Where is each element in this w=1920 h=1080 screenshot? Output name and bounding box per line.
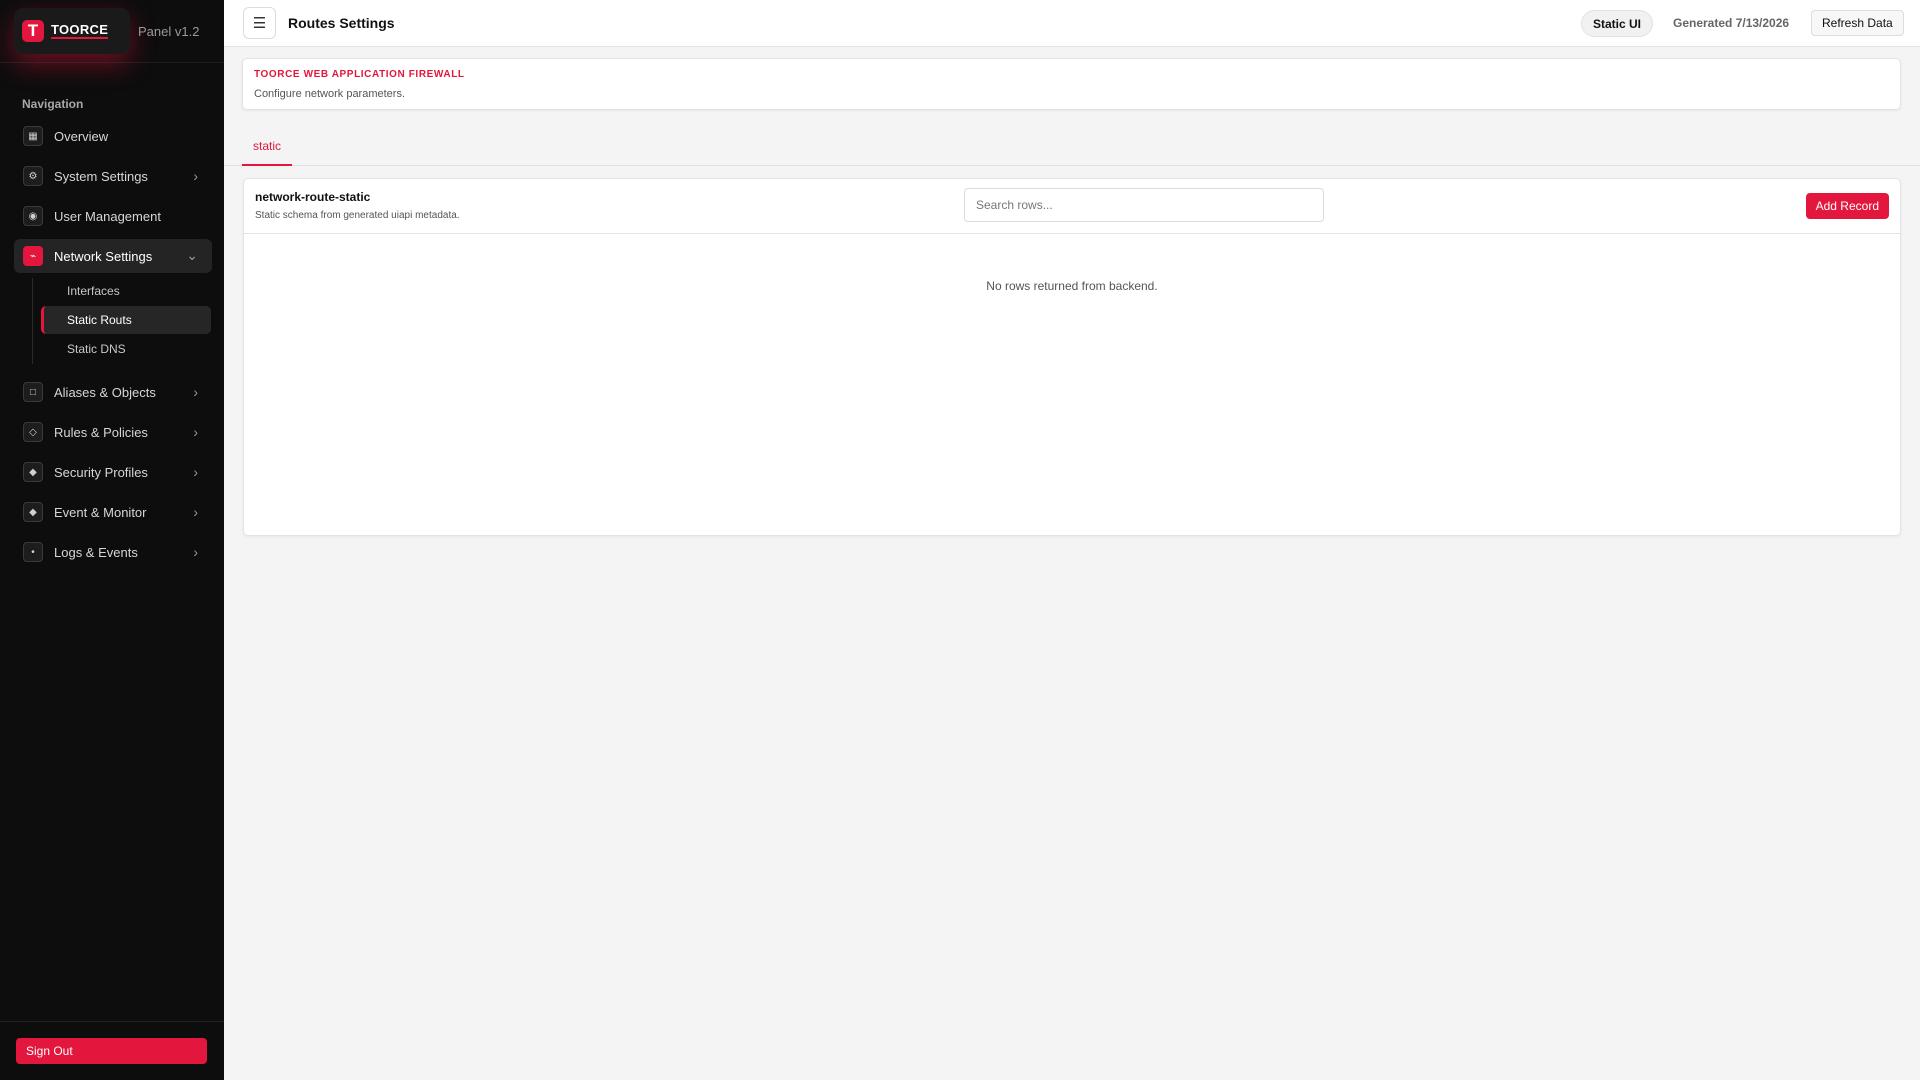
dot-icon: • (23, 542, 43, 562)
sidebar-item-label: Aliases & Objects (54, 384, 156, 400)
add-record-button[interactable]: Add Record (1805, 193, 1889, 219)
menu-toggle-button[interactable]: ☰ (243, 7, 276, 39)
sidebar-item-aliases-objects[interactable]: □ Aliases & Objects › (14, 375, 212, 409)
grid-icon: ▦ (23, 126, 43, 146)
chevron-right-icon: › (193, 424, 198, 440)
square-icon: □ (23, 382, 43, 402)
tab-bar: static (224, 128, 1920, 166)
chevron-right-icon: › (193, 384, 198, 400)
sign-out-button[interactable]: Sign Out (16, 1038, 207, 1064)
hamburger-icon: ☰ (252, 15, 267, 32)
static-ui-badge: Static UI (1581, 10, 1654, 37)
chevron-right-icon: › (193, 168, 198, 184)
chevron-down-icon: ⌄ (186, 247, 198, 263)
page-title: Routes Settings (288, 15, 395, 31)
chevron-right-icon: › (193, 544, 198, 560)
table-card-header: network-route-static Static schema from … (244, 179, 1900, 234)
sidebar-item-label: User Management (54, 208, 161, 224)
sidebar-subitem-interfaces[interactable]: Interfaces (41, 277, 211, 305)
sidebar-item-label: Network Settings (54, 248, 153, 264)
chevron-right-icon: › (193, 504, 198, 520)
info-card: TOORCE WEB APPLICATION FIREWALL Configur… (242, 58, 1901, 110)
sidebar-subitem-static-routes[interactable]: Static Routs (41, 306, 211, 334)
sidebar-item-label: Overview (54, 128, 109, 144)
panel-version: Panel v1.2 (138, 24, 200, 39)
sidebar-item-label: Security Profiles (54, 464, 148, 480)
search-input[interactable] (964, 188, 1324, 222)
sidebar-item-label: System Settings (54, 168, 148, 184)
empty-state-message: No rows returned from backend. (986, 279, 1158, 293)
diamond-icon: ◆ (23, 502, 43, 522)
sidebar-item-system-settings[interactable]: ⚙ System Settings › (14, 159, 212, 193)
diamond-icon: ◆ (23, 462, 43, 482)
sidebar-item-label: Logs & Events (54, 544, 138, 560)
tab-static[interactable]: static (242, 128, 293, 166)
user-icon: ◉ (23, 206, 43, 226)
generated-date: Generated 7/13/2026 (1673, 16, 1790, 30)
network-icon: ⌁ (23, 246, 43, 266)
sidebar-item-network-settings[interactable]: ⌁ Network Settings ⌄ (14, 239, 212, 273)
gear-icon: ⚙ (23, 166, 43, 186)
table-card: network-route-static Static schema from … (243, 178, 1901, 536)
table-title: network-route-static (255, 190, 371, 204)
sidebar-item-label: Rules & Policies (54, 424, 148, 440)
diamond-outline-icon: ◇ (23, 422, 43, 442)
sidebar-item-overview[interactable]: ▦ Overview (14, 119, 212, 153)
table-subtitle: Static schema from generated uiapi metad… (255, 210, 460, 221)
brand-logo[interactable]: T (22, 20, 44, 42)
top-header: ☰ Routes Settings Static UI Generated 7/… (224, 0, 1920, 47)
sidebar-item-label: Event & Monitor (54, 504, 147, 520)
sidebar-item-user-management[interactable]: ◉ User Management (14, 199, 212, 233)
info-title: TOORCE WEB APPLICATION FIREWALL (254, 69, 465, 80)
brand-name: TOORCE (51, 22, 109, 39)
sidebar-item-rules-policies[interactable]: ◇ Rules & Policies › (14, 415, 212, 449)
nav-heading: Navigation (22, 97, 84, 111)
sidebar-footer: Sign Out (0, 1021, 224, 1080)
sidebar-item-logs-events[interactable]: • Logs & Events › (14, 535, 212, 569)
brand: T TOORCE Panel v1.2 (0, 0, 224, 63)
sidebar: T TOORCE Panel v1.2 Navigation ▦ Overvie… (0, 0, 224, 1080)
refresh-data-button[interactable]: Refresh Data (1811, 10, 1904, 36)
sidebar-subitem-static-dns[interactable]: Static DNS (41, 335, 211, 363)
sidebar-item-security-profiles[interactable]: ◆ Security Profiles › (14, 455, 212, 489)
sidebar-item-event-monitor[interactable]: ◆ Event & Monitor › (14, 495, 212, 529)
chevron-right-icon: › (193, 464, 198, 480)
info-subtitle: Configure network parameters. (254, 88, 406, 100)
submenu-line (32, 278, 33, 364)
